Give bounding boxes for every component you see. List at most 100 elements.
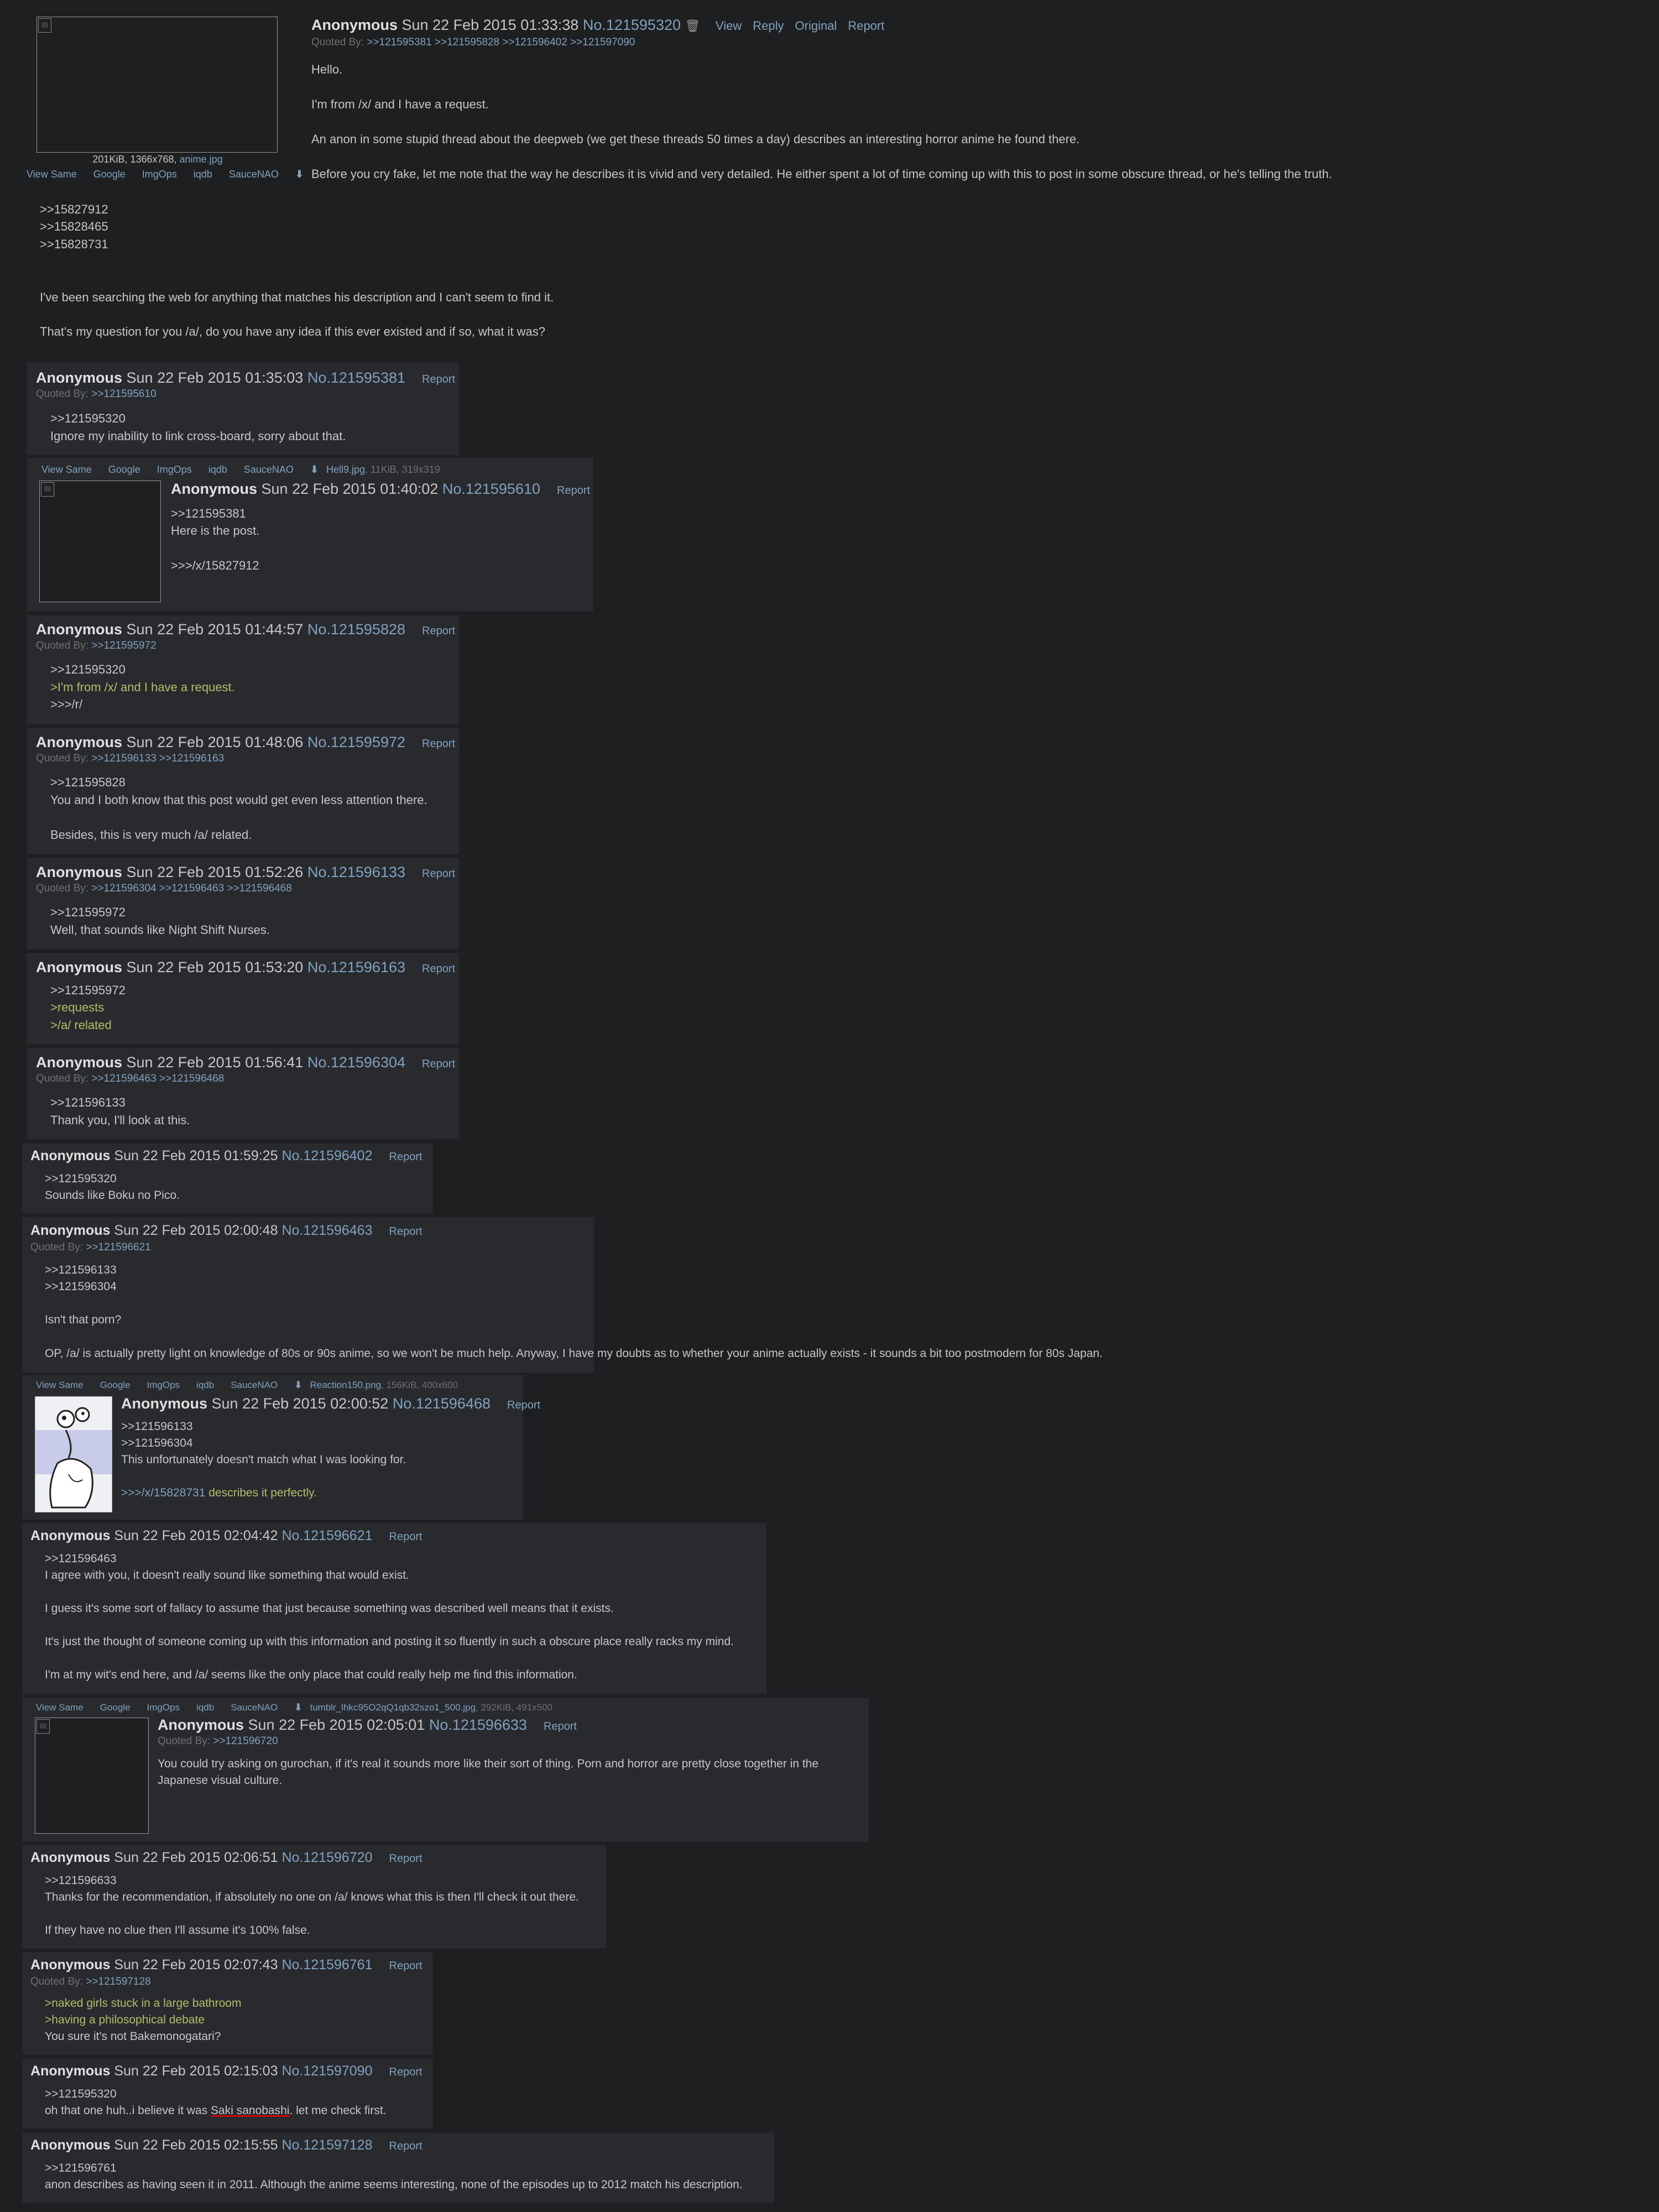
report-link[interactable]: Report	[389, 2140, 422, 2152]
op-file-name[interactable]: anime.jpg	[180, 154, 223, 165]
download-icon[interactable]: ⬇	[310, 464, 319, 475]
op-reply-link[interactable]: Reply	[753, 19, 784, 33]
tool-view-same[interactable]: View Same	[27, 169, 77, 180]
report-link[interactable]: Report	[422, 868, 455, 880]
tool-google[interactable]: Google	[100, 1702, 131, 1713]
tool-saucenao[interactable]: SauceNAO	[231, 1380, 278, 1390]
quote-link[interactable]: >>121595320	[45, 1170, 117, 1187]
post-number[interactable]: No.121595972	[307, 734, 405, 750]
reply-post: Anonymous Sun 22 Feb 2015 01:35:03 No.12…	[27, 362, 460, 455]
report-link[interactable]: Report	[422, 963, 455, 975]
post-number[interactable]: No.121595828	[307, 621, 405, 638]
op-post-number[interactable]: No.121595320	[583, 17, 681, 33]
report-link[interactable]: Report	[422, 738, 455, 750]
file-name[interactable]: Hell9.jpg	[326, 464, 365, 475]
post-date: Sun 22 Feb 2015 01:52:26	[126, 864, 304, 880]
quote-link[interactable]: >>121596463	[45, 1550, 117, 1567]
report-link[interactable]: Report	[422, 1058, 455, 1070]
tool-google[interactable]: Google	[108, 464, 140, 475]
report-link[interactable]: Report	[389, 1531, 422, 1543]
quote-link[interactable]: >>121596761	[45, 2159, 117, 2177]
download-icon[interactable]: ⬇	[294, 1702, 302, 1713]
op-original-link[interactable]: Original	[795, 19, 837, 33]
tool-imgops[interactable]: ImgOps	[147, 1702, 180, 1713]
op-date: Sun 22 Feb 2015 01:33:38	[401, 17, 579, 33]
post-date: Sun 22 Feb 2015 01:40:02	[261, 481, 439, 497]
post-name: Anonymous	[30, 1223, 111, 1238]
tool-iqdb[interactable]: iqdb	[196, 1380, 214, 1390]
post-thumbnail[interactable]	[35, 1718, 149, 1834]
tool-imgops[interactable]: ImgOps	[157, 464, 192, 475]
download-icon[interactable]: ⬇	[295, 169, 304, 180]
quote-link[interactable]: >>121596304	[45, 1278, 117, 1295]
tool-google[interactable]: Google	[100, 1380, 131, 1390]
quote-link[interactable]: >>121595972	[50, 904, 126, 921]
tool-view-same[interactable]: View Same	[36, 1380, 84, 1390]
file-name[interactable]: Reaction150.png	[310, 1380, 381, 1390]
quote-link[interactable]: >>121596133	[45, 1261, 117, 1279]
op-report-link[interactable]: Report	[848, 19, 884, 33]
crossboard-link[interactable]: >>>/x/15827912	[171, 557, 259, 574]
tool-saucenao[interactable]: SauceNAO	[244, 464, 294, 475]
trash-icon[interactable]: 🗑	[685, 19, 701, 33]
quote-link[interactable]: >>121595381	[171, 505, 246, 522]
quote-link[interactable]: >>121595320	[50, 661, 126, 678]
crossboard-link[interactable]: >>>/r/	[50, 696, 82, 713]
op-thumbnail[interactable]	[36, 17, 278, 153]
op-crossboard-link[interactable]: >>15828465	[40, 218, 108, 235]
tool-iqdb[interactable]: iqdb	[208, 464, 227, 475]
tool-view-same[interactable]: View Same	[41, 464, 92, 475]
quote-link[interactable]: >>121596304	[121, 1434, 193, 1452]
post-number[interactable]: No.121595610	[442, 481, 540, 497]
post-number[interactable]: No.121595381	[307, 369, 405, 386]
report-link[interactable]: Report	[544, 1720, 577, 1733]
file-name[interactable]: tumblr_lhkc95O2qQ1qb32szo1_500.jpg	[310, 1702, 476, 1713]
op-crossboard-link[interactable]: >>15828731	[40, 236, 108, 253]
post-number[interactable]: No.121596468	[393, 1395, 491, 1412]
op-text: I'm from /x/ and I have a request.	[311, 97, 489, 111]
post-number[interactable]: No.121596633	[429, 1717, 527, 1733]
post-number[interactable]: No.121596761	[281, 1957, 372, 1973]
report-link[interactable]: Report	[422, 625, 455, 637]
tool-iqdb[interactable]: iqdb	[196, 1702, 214, 1713]
op-crossboard-link[interactable]: >>15827912	[40, 201, 108, 218]
post-number[interactable]: No.121596720	[281, 1850, 372, 1865]
tool-imgops[interactable]: ImgOps	[147, 1380, 180, 1390]
tool-iqdb[interactable]: iqdb	[194, 169, 212, 180]
report-link[interactable]: Report	[389, 1151, 422, 1163]
quote-link[interactable]: >>121595320	[45, 2085, 117, 2103]
post-number[interactable]: No.121596133	[307, 864, 405, 880]
quote-link[interactable]: >>121596133	[50, 1094, 126, 1111]
tool-view-same[interactable]: View Same	[36, 1702, 84, 1713]
report-link[interactable]: Report	[389, 2066, 422, 2078]
post-number[interactable]: No.121596402	[281, 1148, 372, 1164]
reaction-image[interactable]	[35, 1396, 112, 1512]
quote-link[interactable]: >>121595972	[50, 982, 126, 999]
reply-post: Anonymous Sun 22 Feb 2015 02:07:43 No.12…	[22, 1952, 433, 2055]
post-number[interactable]: No.121596163	[307, 959, 405, 975]
crossboard-link[interactable]: >>>/x/15828731	[121, 1486, 205, 1499]
quote-link[interactable]: >>121595828	[50, 774, 126, 791]
tool-saucenao[interactable]: SauceNAO	[231, 1702, 278, 1713]
quote-link[interactable]: >>121596633	[45, 1872, 117, 1889]
report-link[interactable]: Report	[389, 1225, 422, 1238]
post-date: Sun 22 Feb 2015 02:04:42	[114, 1528, 278, 1543]
post-number[interactable]: No.121597090	[281, 2063, 372, 2079]
quote-link[interactable]: >>121595320	[50, 410, 126, 427]
tool-imgops[interactable]: ImgOps	[142, 169, 177, 180]
post-number[interactable]: No.121596463	[281, 1223, 372, 1238]
download-icon[interactable]: ⬇	[294, 1380, 302, 1390]
post-number[interactable]: No.121596304	[307, 1054, 405, 1071]
report-link[interactable]: Report	[389, 1960, 422, 1972]
quote-link[interactable]: >>121596133	[121, 1418, 193, 1435]
report-link[interactable]: Report	[557, 484, 590, 497]
report-link[interactable]: Report	[389, 1853, 422, 1865]
post-thumbnail[interactable]	[39, 481, 161, 602]
post-number[interactable]: No.121596621	[281, 1528, 372, 1543]
tool-saucenao[interactable]: SauceNAO	[229, 169, 279, 180]
report-link[interactable]: Report	[507, 1399, 540, 1411]
op-view-link[interactable]: View	[716, 19, 742, 33]
tool-google[interactable]: Google	[93, 169, 126, 180]
report-link[interactable]: Report	[422, 373, 455, 385]
post-number[interactable]: No.121597128	[281, 2137, 372, 2153]
